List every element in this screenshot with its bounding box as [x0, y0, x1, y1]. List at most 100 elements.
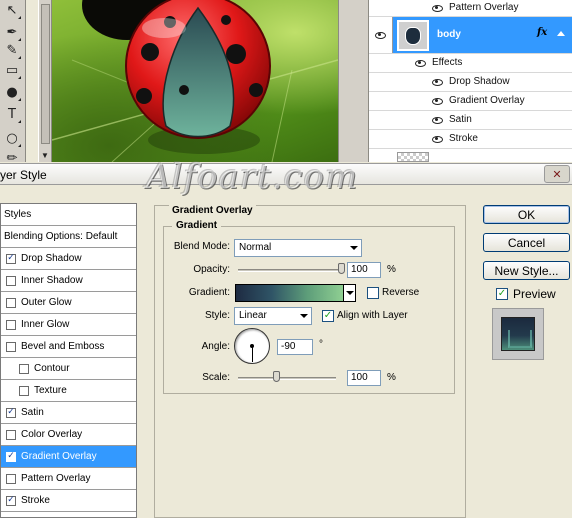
- degree-sign: °: [319, 339, 323, 350]
- style-item-gradient-overlay[interactable]: ✓ Gradient Overlay: [1, 446, 136, 468]
- collapse-effects-icon[interactable]: [557, 31, 565, 36]
- gradient-swatch[interactable]: [235, 284, 344, 302]
- type-tool-icon[interactable]: T: [2, 104, 22, 124]
- fx-icon[interactable]: fx: [537, 27, 547, 38]
- gradient-label: Gradient:: [188, 287, 230, 298]
- style-item-color-overlay[interactable]: Color Overlay: [1, 424, 136, 446]
- layer-row-body[interactable]: body fx: [369, 17, 572, 54]
- eye-icon[interactable]: [432, 79, 443, 86]
- angle-dial[interactable]: [234, 328, 270, 364]
- gradient-picker-dropdown[interactable]: [344, 284, 356, 302]
- effect-label: Stroke: [449, 133, 478, 144]
- style-item-satin[interactable]: ✓ Satin: [1, 402, 136, 424]
- effect-label: Satin: [449, 114, 472, 125]
- scrollbar-thumb[interactable]: [41, 4, 50, 144]
- inner-glow-checkbox[interactable]: [6, 319, 16, 330]
- style-item-label: Color Overlay: [21, 429, 83, 440]
- eyedropper-icon[interactable]: ✎: [2, 40, 22, 60]
- drop-shadow-checkbox[interactable]: ✓: [6, 253, 16, 264]
- reverse-checkbox[interactable]: [367, 287, 379, 299]
- bevel-and-emboss-checkbox[interactable]: [6, 341, 16, 352]
- effects-header-row[interactable]: Effects: [369, 54, 572, 73]
- scale-input[interactable]: 100: [347, 370, 381, 386]
- blend-mode-label: Blend Mode:: [173, 241, 230, 252]
- color-overlay-checkbox[interactable]: [6, 429, 16, 440]
- preview-thumbnail: [501, 317, 535, 351]
- new-style-button[interactable]: New Style...: [483, 261, 570, 280]
- outer-glow-checkbox[interactable]: [6, 297, 16, 308]
- inner-shadow-checkbox[interactable]: [6, 275, 16, 286]
- tool-flyout-indicator: [18, 120, 21, 123]
- pattern-overlay-checkbox[interactable]: [6, 473, 16, 484]
- style-item-styles[interactable]: Styles: [1, 204, 136, 226]
- effect-label: Gradient Overlay: [449, 95, 525, 106]
- layer-effect-row[interactable]: Pattern Overlay: [369, 0, 572, 17]
- layer-row-below[interactable]: [369, 149, 572, 162]
- eye-icon[interactable]: [432, 136, 443, 143]
- style-item-inner-shadow[interactable]: Inner Shadow: [1, 270, 136, 292]
- texture-checkbox[interactable]: [19, 385, 29, 396]
- style-item-bevel-and-emboss[interactable]: Bevel and Emboss: [1, 336, 136, 358]
- layer-thumbnail: [397, 20, 429, 51]
- angle-input[interactable]: -90: [277, 339, 313, 355]
- visibility-toggle[interactable]: [369, 17, 393, 53]
- stroke-checkbox[interactable]: ✓: [6, 495, 16, 506]
- chevron-down-icon: [350, 246, 358, 250]
- opacity-label: Opacity:: [193, 264, 230, 275]
- effect-label: Pattern Overlay: [449, 2, 519, 13]
- style-item-label: Pattern Overlay: [21, 473, 91, 484]
- tool-flyout-indicator: [18, 98, 21, 101]
- effects-label: Effects: [432, 57, 463, 68]
- eye-icon[interactable]: [415, 60, 426, 67]
- opacity-slider[interactable]: [238, 269, 342, 272]
- layer-effect-row[interactable]: Drop Shadow: [369, 73, 572, 92]
- style-item-contour[interactable]: Contour: [1, 358, 136, 380]
- scroll-down-arrow-icon[interactable]: ▼: [41, 151, 49, 160]
- layer-name: body: [437, 29, 461, 40]
- opacity-input[interactable]: 100: [347, 262, 381, 278]
- opacity-slider-thumb[interactable]: [338, 263, 345, 274]
- align-with-layer-checkbox[interactable]: ✓: [322, 310, 334, 322]
- style-item-outer-glow[interactable]: Outer Glow: [1, 292, 136, 314]
- layer-effect-row[interactable]: Stroke: [369, 130, 572, 149]
- scale-slider[interactable]: [238, 377, 336, 380]
- ellipse-tool-icon[interactable]: ○: [2, 128, 22, 148]
- layer-style-dialog: yer Style ✕ Alfoart.com Styles Blending O…: [0, 157, 572, 518]
- style-select[interactable]: Linear: [234, 307, 312, 325]
- layer-thumbnail: [397, 152, 429, 162]
- layer-effect-row[interactable]: Gradient Overlay: [369, 92, 572, 111]
- tool-flyout-indicator: [18, 144, 21, 147]
- style-item-blending-options-default[interactable]: Blending Options: Default: [1, 226, 136, 248]
- blend-mode-value: Normal: [239, 242, 272, 253]
- cancel-button[interactable]: Cancel: [483, 233, 570, 252]
- layer-effect-row[interactable]: Satin: [369, 111, 572, 130]
- close-button[interactable]: ✕: [544, 165, 570, 183]
- pen-tool-icon[interactable]: ✒: [2, 22, 22, 42]
- style-item-pattern-overlay[interactable]: Pattern Overlay: [1, 468, 136, 490]
- percent-sign: %: [387, 264, 396, 275]
- gradient-overlay-panel: Gradient Overlay Gradient Blend Mode: No…: [154, 205, 466, 518]
- effect-label: Drop Shadow: [449, 76, 510, 87]
- style-item-inner-glow[interactable]: Inner Glow: [1, 314, 136, 336]
- document-canvas[interactable]: [52, 0, 338, 162]
- style-item-drop-shadow[interactable]: ✓ Drop Shadow: [1, 248, 136, 270]
- shape-tool-icon[interactable]: ▭: [2, 60, 22, 80]
- style-item-stroke[interactable]: ✓ Stroke: [1, 490, 136, 512]
- eye-icon[interactable]: [432, 98, 443, 105]
- scale-slider-thumb[interactable]: [273, 371, 281, 382]
- gradient-overlay-checkbox[interactable]: ✓: [6, 451, 16, 462]
- style-item-texture[interactable]: Texture: [1, 380, 136, 402]
- blend-mode-select[interactable]: Normal: [234, 239, 362, 257]
- path-selection-icon[interactable]: ↖: [2, 0, 22, 20]
- satin-checkbox[interactable]: ✓: [6, 407, 16, 418]
- canvas-vertical-scrollbar[interactable]: ▼: [38, 0, 52, 162]
- dodge-tool-icon[interactable]: ●: [2, 82, 22, 102]
- eye-icon[interactable]: [375, 31, 386, 39]
- ok-button[interactable]: OK: [483, 205, 570, 224]
- style-item-label: Blending Options: Default: [4, 231, 118, 242]
- eye-icon[interactable]: [432, 5, 443, 12]
- preview-checkbox[interactable]: ✓: [496, 288, 508, 300]
- reverse-label: Reverse: [382, 287, 420, 298]
- eye-icon[interactable]: [432, 117, 443, 124]
- contour-checkbox[interactable]: [19, 363, 29, 374]
